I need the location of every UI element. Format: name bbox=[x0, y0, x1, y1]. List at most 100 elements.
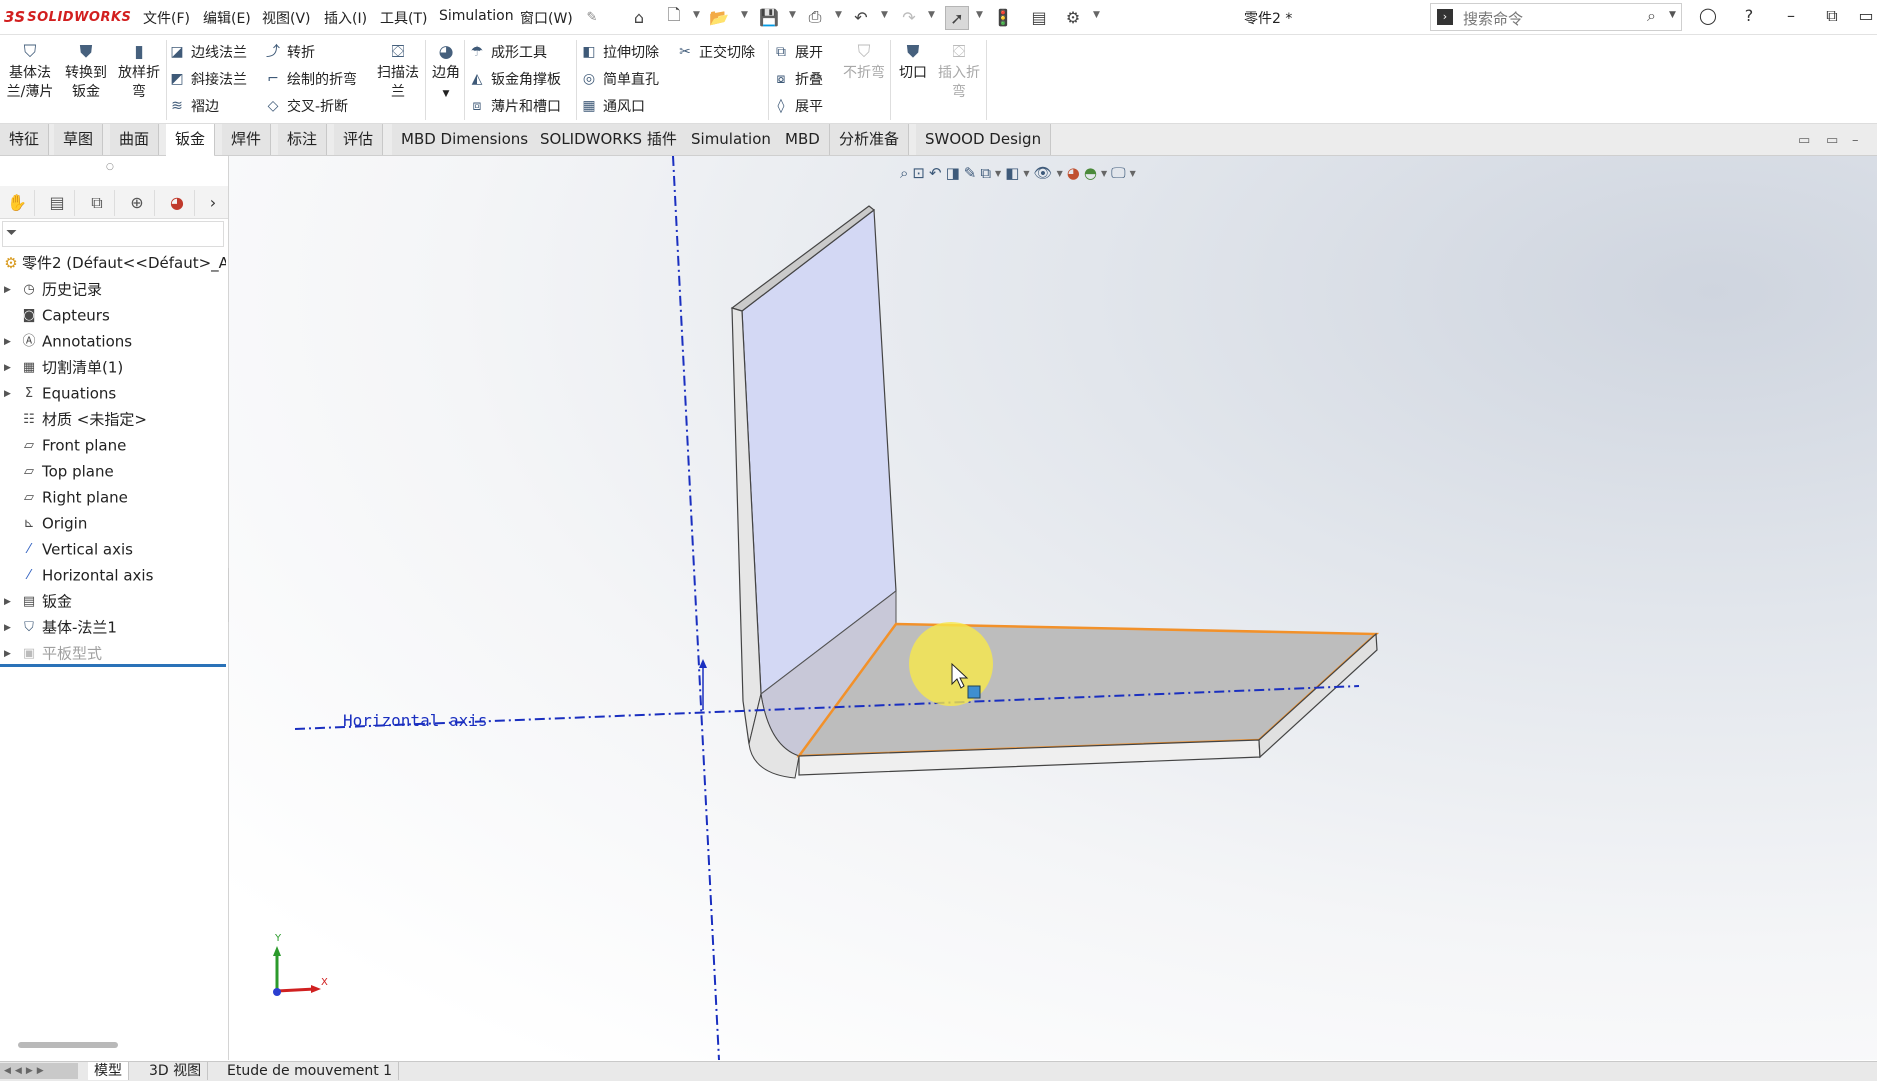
tree-filter[interactable]: ⏷ bbox=[2, 221, 224, 247]
tab-features[interactable]: 特征 bbox=[0, 124, 50, 155]
tab-surfaces[interactable]: 曲面 bbox=[110, 124, 160, 155]
panel-grip[interactable]: ○ bbox=[106, 162, 114, 172]
tree-item-material[interactable]: ☷ 材质 <未指定> bbox=[0, 406, 147, 432]
vent-button[interactable]: ▦ 通风口 bbox=[580, 94, 659, 118]
swept-flange-button[interactable]: ⛋ 扫描法 兰 bbox=[372, 42, 424, 102]
tree-item-sensors[interactable]: ◙ Capteurs bbox=[0, 302, 110, 328]
chevron-down-icon[interactable]: ▼ bbox=[693, 10, 700, 20]
jog-button[interactable]: ⤴ 转折 bbox=[264, 40, 357, 64]
expand-arrow-icon[interactable]: ▶ bbox=[4, 381, 14, 407]
convert-to-sheet-metal-button[interactable]: ⛊ 转换到 钣金 bbox=[60, 42, 112, 102]
restore-button[interactable]: ⧉ bbox=[1820, 6, 1844, 28]
save-icon[interactable]: 💾 bbox=[758, 6, 780, 28]
tree-item-horizontal-axis[interactable]: ⁄ Horizontal axis bbox=[0, 562, 154, 588]
menu-file[interactable]: 文件(F) bbox=[143, 8, 190, 28]
extruded-cut-button[interactable]: ◧ 拉伸切除 bbox=[580, 40, 659, 64]
model-graphics[interactable]: Horizontal axis Y X bbox=[229, 156, 1877, 1060]
chevron-down-icon[interactable]: ▼ bbox=[1669, 10, 1676, 20]
tree-item-vertical-axis[interactable]: ⁄ Vertical axis bbox=[0, 536, 133, 562]
base-flange-button[interactable]: ⛉ 基体法 兰/薄片 bbox=[4, 42, 56, 102]
tab-scroll-arrows[interactable]: ◀◀▶▶ bbox=[0, 1063, 78, 1079]
property-manager-tab-icon[interactable]: ▤ bbox=[40, 190, 75, 216]
expand-arrow-icon[interactable]: ▶ bbox=[4, 277, 14, 303]
tab-and-slot-button[interactable]: ⧈ 薄片和槽口 bbox=[468, 94, 561, 118]
expand-arrow-icon[interactable]: ▶ bbox=[4, 615, 14, 641]
undo-icon[interactable]: ↶ bbox=[850, 6, 872, 28]
tab-markup[interactable]: 标注 bbox=[278, 124, 328, 155]
tree-item-flat-pattern[interactable]: ▶ ▣ 平板型式 bbox=[0, 640, 102, 666]
normal-cut-button[interactable]: ✂ 正交切除 bbox=[676, 40, 755, 64]
tab-solidworks-addins[interactable]: SOLIDWORKS 插件 bbox=[531, 124, 687, 155]
edge-flange-button[interactable]: ◪ 边线法兰 bbox=[168, 40, 247, 64]
feature-manager-tab-icon[interactable]: ✋ bbox=[0, 190, 35, 216]
hem-button[interactable]: ≋ 褶边 bbox=[168, 94, 247, 118]
tab-sheet-metal[interactable]: 钣金 bbox=[166, 124, 216, 157]
panel-horizontal-scrollbar[interactable] bbox=[18, 1042, 118, 1048]
expand-arrow-icon[interactable]: ▶ bbox=[4, 589, 14, 615]
unfold-button[interactable]: ⧉ 展开 bbox=[772, 40, 823, 64]
selected-bottom-face[interactable] bbox=[796, 622, 1380, 758]
rip-button[interactable]: ⛊ 切口 bbox=[893, 42, 933, 83]
menu-view[interactable]: 视图(V) bbox=[262, 8, 311, 28]
chevron-down-icon[interactable]: ▼ bbox=[881, 10, 888, 20]
window-icon[interactable]: ▭ bbox=[1854, 6, 1877, 28]
chevron-down-icon[interactable]: ▼ bbox=[976, 10, 983, 20]
search-commands[interactable]: › 搜索命令 ⌕ ▼ bbox=[1430, 3, 1682, 31]
tree-item-front-plane[interactable]: ▱ Front plane bbox=[0, 432, 126, 458]
cross-break-button[interactable]: ◇ 交叉-折断 bbox=[264, 94, 357, 118]
chevron-down-icon[interactable]: ▼ bbox=[835, 10, 842, 20]
tree-item-cut-list[interactable]: ▶ ▦ 切割清单(1) bbox=[0, 354, 123, 380]
tree-item-equations[interactable]: ▶ Σ Equations bbox=[0, 380, 116, 406]
solidworks-logo[interactable]: 3S SOLIDWORKS bbox=[4, 6, 131, 28]
new-document-icon[interactable]: 🗋 bbox=[663, 5, 685, 28]
no-bends-button[interactable]: ⛉ 不折弯 bbox=[838, 42, 890, 83]
tree-item-history[interactable]: ▶ ◷ 历史记录 bbox=[0, 276, 102, 302]
options-icon[interactable]: ⚙ bbox=[1062, 6, 1084, 28]
configuration-manager-tab-icon[interactable]: ⧉ bbox=[80, 190, 115, 216]
split-view-icon[interactable]: ▭ bbox=[1798, 133, 1810, 148]
tree-item-annotations[interactable]: ▶ Ⓐ Annotations bbox=[0, 328, 132, 354]
corners-button[interactable]: ◕ 边角 ▼ bbox=[428, 42, 464, 104]
vertical-axis-line[interactable] bbox=[672, 156, 720, 1060]
chevron-down-icon[interactable]: ▼ bbox=[1093, 10, 1100, 20]
help-icon[interactable]: ? bbox=[1737, 6, 1761, 28]
chevron-right-icon[interactable]: › bbox=[196, 190, 230, 216]
chevron-down-icon[interactable]: ▼ bbox=[443, 89, 450, 99]
miter-flange-button[interactable]: ◩ 斜接法兰 bbox=[168, 67, 247, 91]
chevron-down-icon[interactable]: ▼ bbox=[789, 10, 796, 20]
tab-evaluate[interactable]: 评估 bbox=[334, 124, 384, 155]
insert-bends-button[interactable]: ⛋ 插入折 弯 bbox=[934, 42, 984, 102]
tab-swood-design[interactable]: SWOOD Design bbox=[916, 124, 1052, 155]
tab-mbd[interactable]: MBD bbox=[776, 124, 830, 155]
sketched-bend-button[interactable]: ⌐ 绘制的折弯 bbox=[264, 67, 357, 91]
tab-sketch[interactable]: 草图 bbox=[54, 124, 104, 155]
chevron-down-icon[interactable]: ▼ bbox=[741, 10, 748, 20]
dimxpert-tab-icon[interactable]: ⊕ bbox=[120, 190, 155, 216]
simple-hole-button[interactable]: ◎ 简单直孔 bbox=[580, 67, 659, 91]
flatten-button[interactable]: ◊ 展平 bbox=[772, 94, 823, 118]
sheet-metal-gusset-button[interactable]: ◭ 钣金角撑板 bbox=[468, 67, 561, 91]
chevron-down-icon[interactable]: ▼ bbox=[928, 10, 935, 20]
tab-simulation[interactable]: Simulation bbox=[682, 124, 781, 155]
rebuild-icon[interactable]: 🚦 bbox=[992, 6, 1014, 28]
open-icon[interactable]: 📂 bbox=[708, 6, 730, 28]
menu-simulation[interactable]: Simulation bbox=[439, 8, 514, 24]
close-view-icon[interactable]: – bbox=[1852, 133, 1859, 148]
menu-insert[interactable]: 插入(I) bbox=[324, 8, 367, 28]
tree-item-top-plane[interactable]: ▱ Top plane bbox=[0, 458, 114, 484]
menu-tools[interactable]: 工具(T) bbox=[380, 8, 427, 28]
search-icon[interactable]: ⌕ bbox=[1647, 6, 1656, 26]
menu-window[interactable]: 窗口(W) bbox=[520, 8, 573, 28]
tab-mbd-dimensions[interactable]: MBD Dimensions bbox=[392, 124, 539, 155]
redo-icon[interactable]: ↷ bbox=[898, 6, 920, 28]
display-manager-tab-icon[interactable]: ◕ bbox=[160, 190, 195, 216]
fold-button[interactable]: ⧇ 折叠 bbox=[772, 67, 823, 91]
pin-icon[interactable]: ✎ bbox=[581, 6, 603, 28]
tab-motion-study-1[interactable]: Etude de mouvement 1 bbox=[221, 1062, 400, 1080]
tree-root-part[interactable]: ⚙零件2 (Défaut<<Défaut>_Apparence bbox=[0, 250, 226, 276]
tree-item-base-flange[interactable]: ▶ ⛉ 基体-法兰1 bbox=[0, 614, 117, 640]
expand-arrow-icon[interactable]: ▶ bbox=[4, 329, 14, 355]
tree-item-right-plane[interactable]: ▱ Right plane bbox=[0, 484, 128, 510]
tab-model[interactable]: 模型 bbox=[88, 1062, 129, 1080]
tree-item-origin[interactable]: ⊾ Origin bbox=[0, 510, 88, 536]
